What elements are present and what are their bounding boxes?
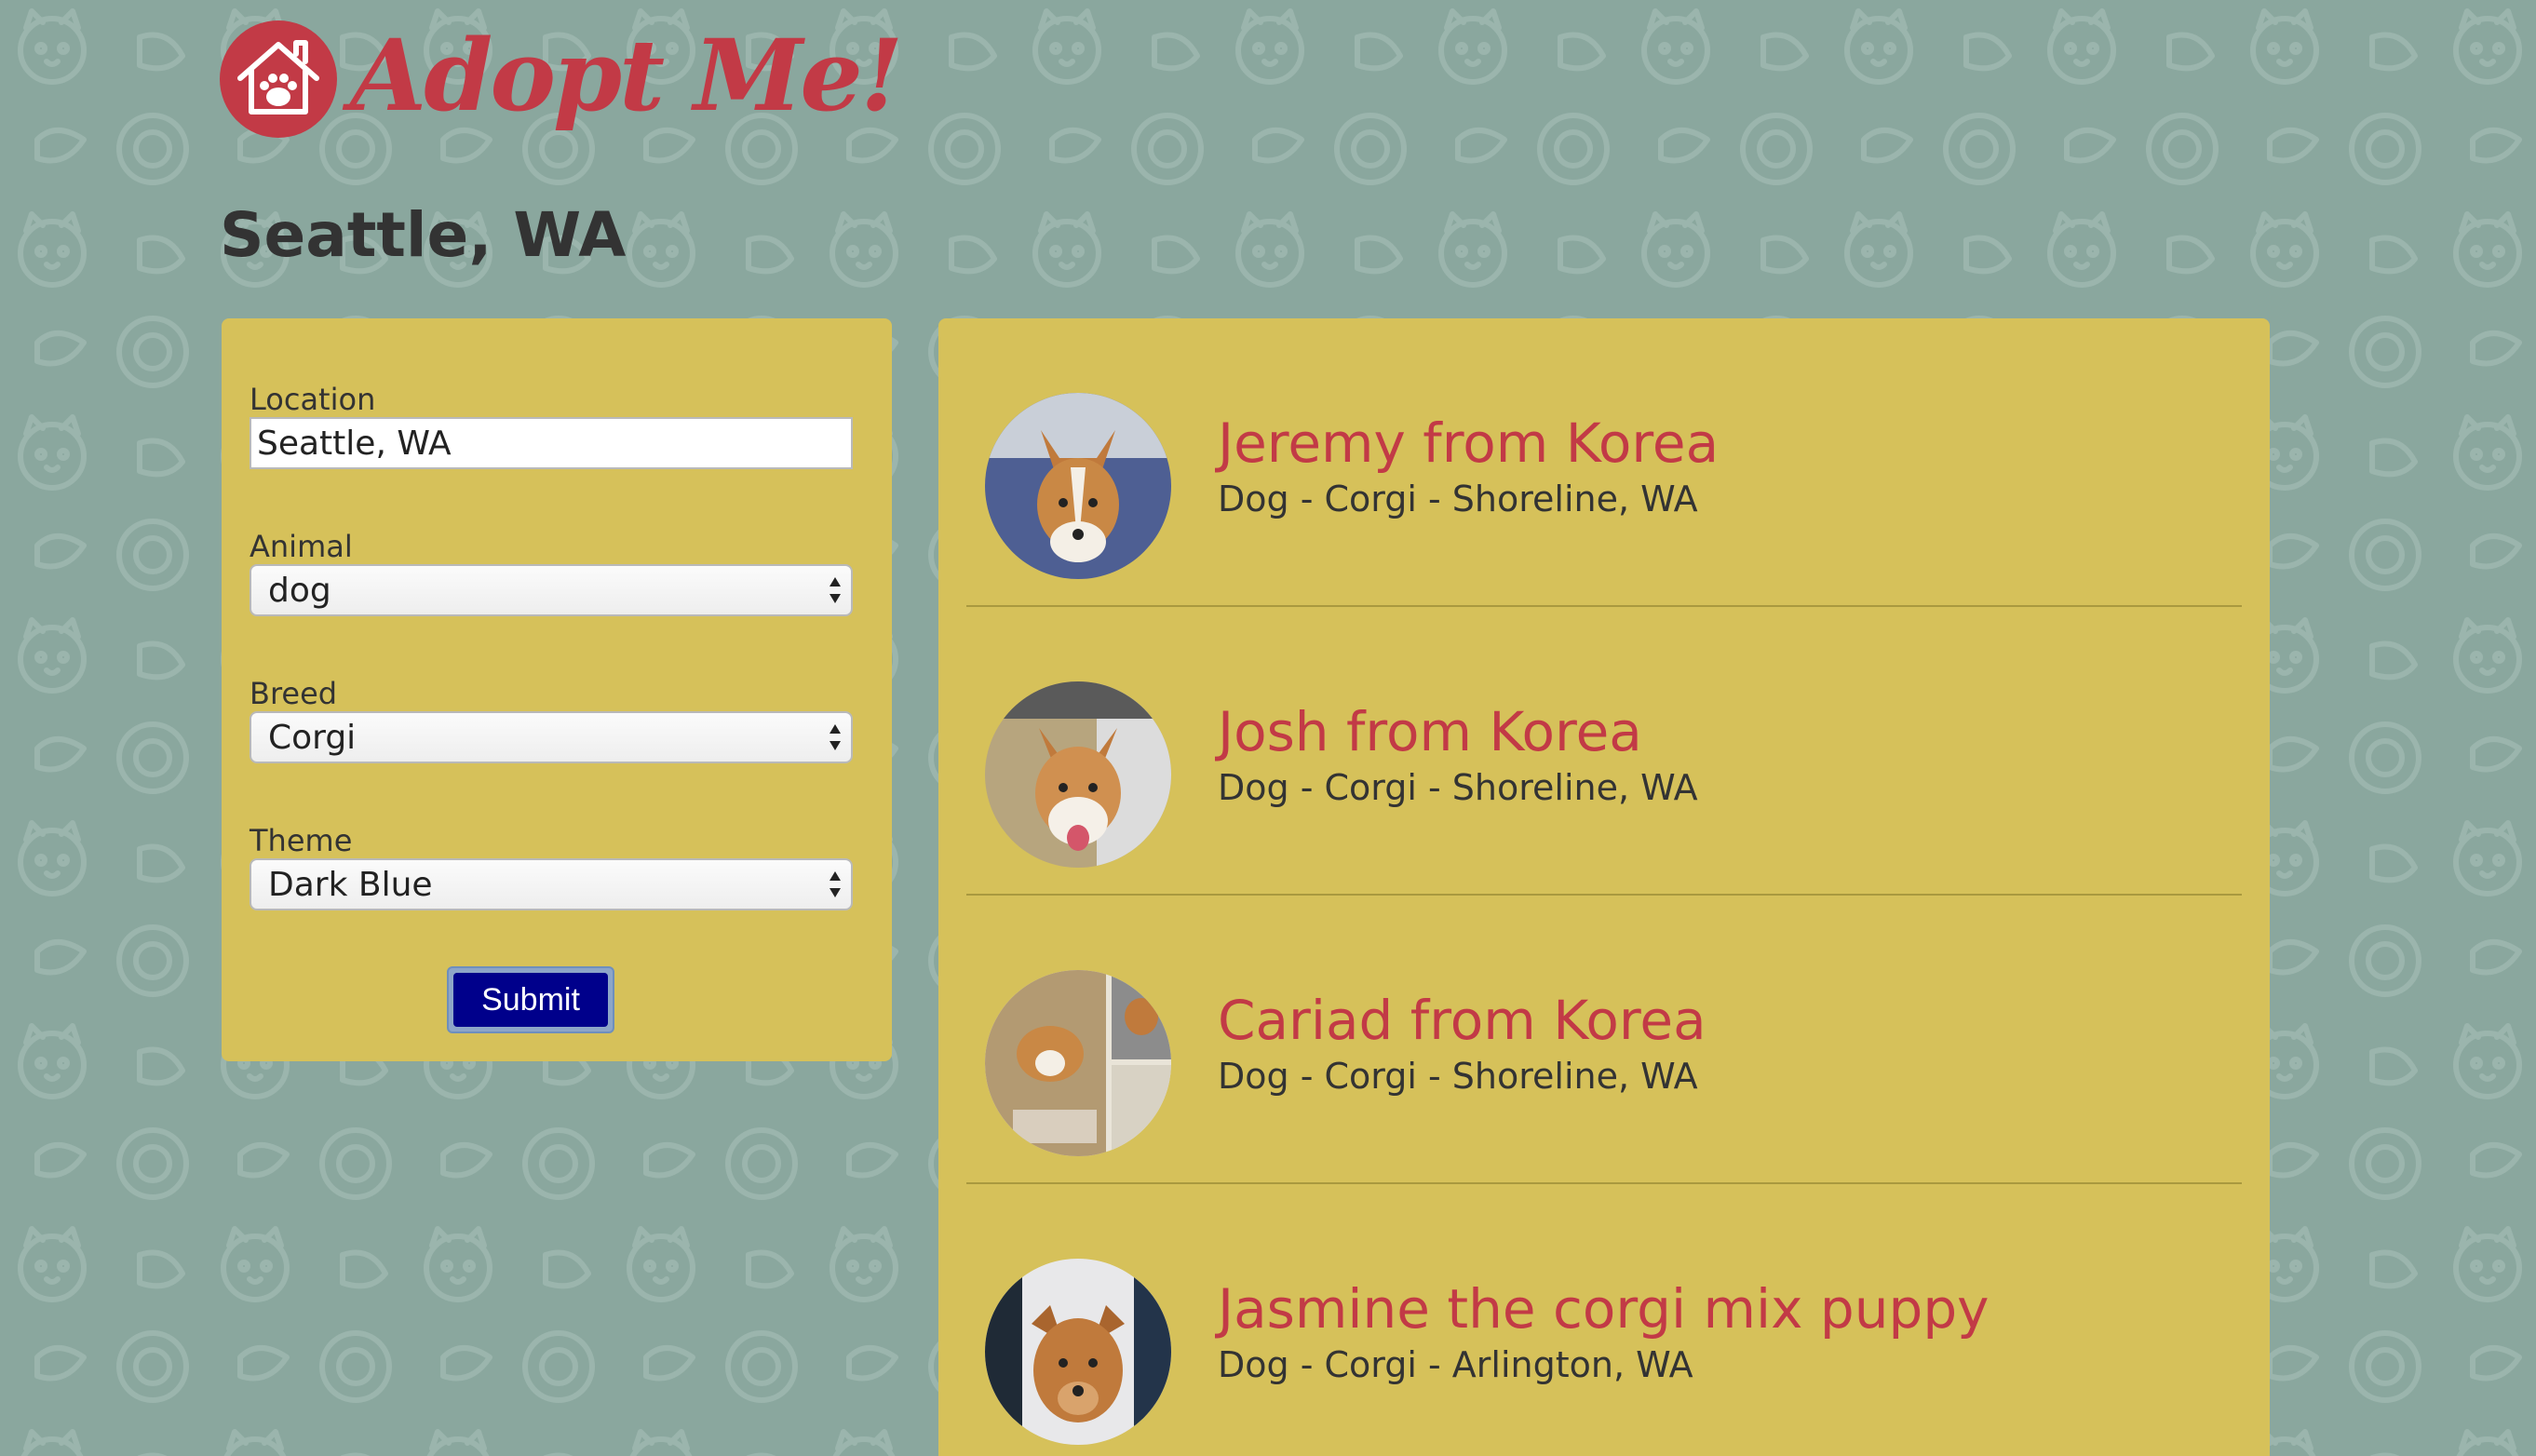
pet-info: Dog - Corgi - Shoreline, WA	[1218, 479, 1698, 519]
location-label: Location	[250, 382, 376, 417]
pet-name: Jasmine the corgi mix puppy	[1218, 1277, 1990, 1341]
pet-info: Dog - Corgi - Arlington, WA	[1218, 1344, 1693, 1385]
theme-select-value: Dark Blue	[268, 865, 433, 904]
house-paw-icon	[220, 20, 337, 138]
search-form: Location Seattle, WA Animal dog Breed Co…	[222, 318, 892, 1061]
pet-name: Josh from Korea	[1218, 700, 1642, 763]
puppy-photo	[985, 1259, 1171, 1445]
pet-result[interactable]: Cariad from Korea Dog - Corgi - Shorelin…	[966, 896, 2242, 1184]
breed-label: Breed	[250, 676, 338, 711]
breed-select-value: Corgi	[268, 718, 357, 757]
pet-name: Jeremy from Korea	[1218, 411, 1720, 475]
animal-label: Animal	[250, 529, 353, 564]
pet-result[interactable]: Jasmine the corgi mix puppy Dog - Corgi …	[966, 1184, 2242, 1456]
location-heading: Seattle, WA	[220, 199, 627, 271]
select-arrows-icon	[830, 724, 841, 750]
animal-select[interactable]: dog	[250, 564, 853, 616]
corgi-photo	[985, 393, 1171, 579]
logo-text: Adopt Me!	[350, 16, 903, 133]
corgi-photo	[985, 681, 1171, 868]
theme-select[interactable]: Dark Blue	[250, 858, 853, 910]
breed-select[interactable]: Corgi	[250, 711, 853, 763]
pet-result[interactable]: Josh from Korea Dog - Corgi - Shoreline,…	[966, 607, 2242, 896]
pet-result[interactable]: Jeremy from Korea Dog - Corgi - Shorelin…	[966, 318, 2242, 607]
location-input[interactable]: Seattle, WA	[250, 417, 853, 469]
animal-select-value: dog	[268, 571, 331, 610]
select-arrows-icon	[830, 871, 841, 897]
theme-label: Theme	[250, 823, 353, 858]
pet-name: Cariad from Korea	[1218, 989, 1706, 1052]
pet-info: Dog - Corgi - Shoreline, WA	[1218, 767, 1698, 808]
corgi-collage-photo	[985, 970, 1171, 1156]
search-results: Jeremy from Korea Dog - Corgi - Shorelin…	[938, 318, 2270, 1456]
submit-button[interactable]: Submit	[453, 973, 608, 1027]
pet-info: Dog - Corgi - Shoreline, WA	[1218, 1056, 1698, 1097]
submit-focus-ring: Submit	[447, 966, 614, 1033]
select-arrows-icon	[830, 577, 841, 603]
app-page: Adopt Me! Seattle, WA Location Seattle, …	[0, 0, 2536, 1456]
adopt-me-logo-link[interactable]: Adopt Me!	[220, 16, 903, 138]
